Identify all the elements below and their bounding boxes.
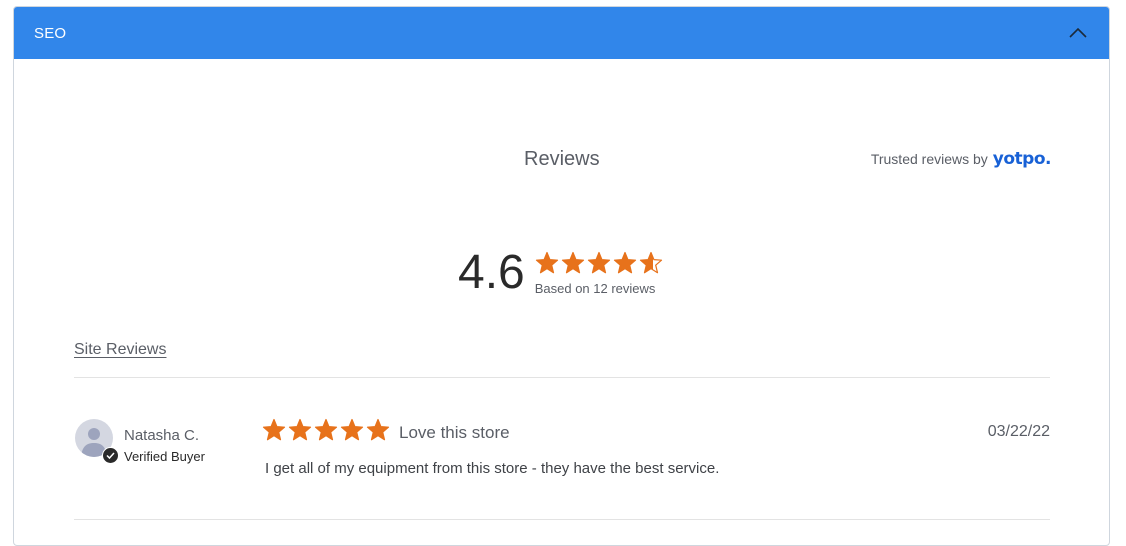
divider	[74, 377, 1050, 378]
star-full-icon	[288, 418, 312, 441]
trusted-reviews-badge[interactable]: Trusted reviews by yotpo.	[870, 149, 1052, 169]
review-rating-stars	[262, 418, 390, 442]
rating-summary: 4.6 Based on 12 reviews	[458, 247, 663, 299]
review-date: 03/22/22	[987, 423, 1050, 440]
panel-title: SEO	[34, 24, 67, 42]
average-rating-stars	[535, 251, 663, 275]
review-count: Based on 12 reviews	[534, 281, 656, 296]
reviewer-name: Natasha C.	[124, 427, 200, 444]
trusted-prefix: Trusted reviews by	[870, 151, 988, 167]
seo-panel: SEO Reviews Trusted reviews by yotpo. 4.…	[13, 6, 1110, 546]
yotpo-logo: yotpo.	[992, 149, 1052, 169]
review-body: I get all of my equipment from this stor…	[265, 460, 720, 477]
tab-site-reviews[interactable]: Site Reviews	[74, 341, 166, 359]
reviews-heading: Reviews	[524, 148, 600, 170]
star-full-icon	[561, 251, 584, 274]
reviews-widget: Reviews Trusted reviews by yotpo. 4.6 Ba…	[14, 59, 1109, 545]
star-full-icon	[535, 251, 558, 274]
star-full-icon	[613, 251, 636, 274]
star-full-icon	[262, 418, 286, 441]
star-full-icon	[587, 251, 610, 274]
star-full-icon	[366, 418, 390, 441]
review-title: Love this store	[399, 423, 510, 442]
verified-check-icon	[102, 447, 119, 464]
divider	[74, 519, 1050, 520]
star-full-icon	[314, 418, 338, 441]
star-full-icon	[340, 418, 364, 441]
star-half-icon	[639, 251, 662, 274]
panel-header[interactable]: SEO	[14, 7, 1109, 59]
chevron-up-icon[interactable]	[1067, 22, 1089, 44]
verified-buyer-label: Verified Buyer	[124, 449, 205, 464]
average-rating: 4.6	[458, 246, 525, 299]
